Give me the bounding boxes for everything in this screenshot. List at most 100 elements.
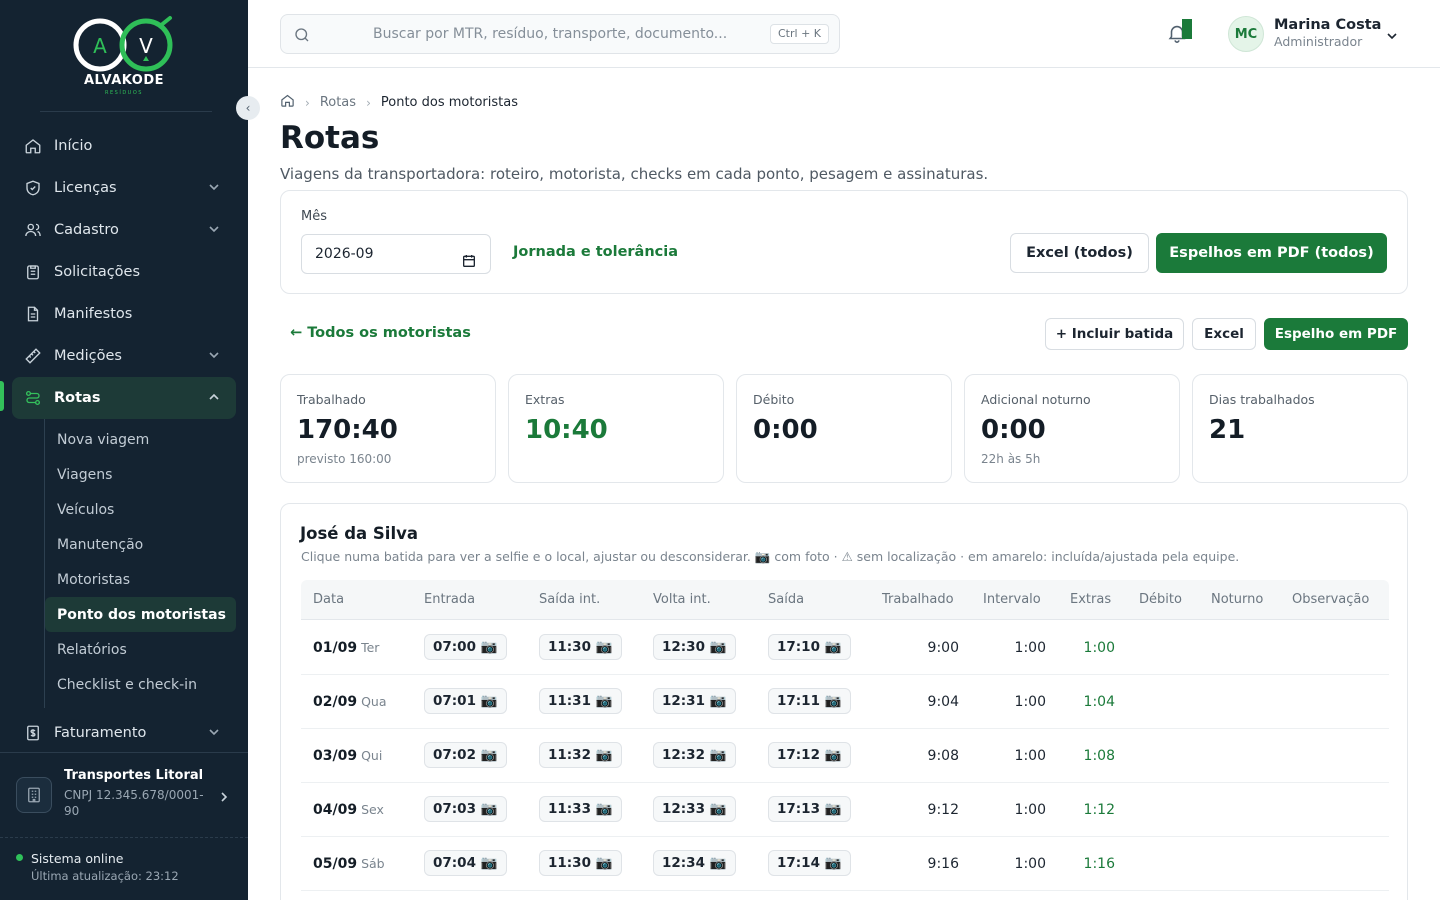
sidebar-item-cadastro[interactable]: Cadastro: [0, 209, 248, 251]
logo-divider: [40, 111, 212, 112]
sidebar-item-rotas[interactable]: Rotas: [12, 377, 236, 419]
sidebar-subitem-veiculos[interactable]: Veículos: [45, 492, 248, 527]
sidebar-subitem-motoristas[interactable]: Motoristas: [45, 562, 248, 597]
breadcrumb-current: Ponto dos motoristas: [380, 95, 518, 110]
stat-card-dias-trabalhados: Dias trabalhados 21: [1192, 374, 1408, 483]
sidebar-item-faturamento[interactable]: Faturamento: [0, 712, 248, 754]
punch-volta-int[interactable]: 12:33 📷: [653, 796, 736, 822]
add-punch-button[interactable]: + Incluir batida: [1045, 318, 1184, 350]
extras-cell: 1:08: [1083, 748, 1115, 764]
sidebar-item-inicio[interactable]: Início: [0, 125, 248, 167]
sidebar: A V ALVAKODE RESÍDUOS ‹ Início Licenças …: [0, 0, 260, 900]
online-dot-icon: [16, 854, 23, 861]
punch-volta-int[interactable]: 12:34 📷: [653, 850, 736, 876]
breadcrumb-section[interactable]: Rotas: [320, 95, 356, 110]
punch-saida[interactable]: 17:12 📷: [768, 742, 851, 768]
search-box[interactable]: Ctrl + K: [280, 14, 840, 54]
search-shortcut: Ctrl + K: [770, 24, 829, 44]
excel-button[interactable]: Excel: [1192, 318, 1256, 350]
sidebar-item-label: Manifestos: [54, 306, 133, 322]
sidebar-subitem-viagens[interactable]: Viagens: [45, 457, 248, 492]
punch-volta-int[interactable]: 12:31 📷: [653, 688, 736, 714]
row-date: 05/09 Sáb: [313, 856, 385, 872]
jornada-tolerancia-link[interactable]: Jornada e tolerância: [513, 244, 678, 260]
interval-cell: 1:00: [1014, 856, 1046, 872]
punch-saida-int[interactable]: 11:31 📷: [539, 688, 622, 714]
chevron-up-icon: [208, 391, 220, 403]
stat-value: 21: [1209, 415, 1246, 445]
column-header: Saída: [768, 592, 805, 607]
punch-time: 11:30: [548, 855, 591, 871]
calendar-icon[interactable]: [461, 246, 477, 267]
sidebar-item-medicoes[interactable]: Medições: [0, 335, 248, 377]
punch-entrada[interactable]: 07:02 📷: [424, 742, 507, 768]
punch-time: 12:30: [662, 639, 705, 655]
stat-label: Dias trabalhados: [1209, 392, 1315, 407]
employee-hint: Clique numa batida para ver a selfie e o…: [301, 549, 1240, 564]
column-header: Trabalhado: [882, 592, 954, 607]
back-to-drivers-link[interactable]: ← Todos os motoristas: [290, 325, 471, 341]
sidebar-item-manifestos[interactable]: Manifestos: [0, 293, 248, 335]
chevron-down-icon[interactable]: [1386, 27, 1398, 40]
collapse-sidebar-button[interactable]: ‹: [236, 96, 260, 120]
punch-time: 17:12: [777, 747, 820, 763]
table-row: 01/09 Ter 07:00 📷 11:30 📷 12:30 📷 17:10 📷…: [301, 621, 1389, 675]
punch-entrada[interactable]: 07:04 📷: [424, 850, 507, 876]
page-subtitle: Viagens da transportadora: roteiro, moto…: [280, 165, 989, 183]
user-role: Administrador: [1274, 34, 1363, 49]
sidebar-subitem-relatorios[interactable]: Relatórios: [45, 632, 248, 667]
pdf-button[interactable]: Espelho em PDF: [1264, 318, 1408, 350]
camera-icon: 📷: [824, 747, 842, 763]
punch-saida-int[interactable]: 11:33 📷: [539, 796, 622, 822]
building-icon: [16, 777, 52, 813]
punch-saida[interactable]: 17:13 📷: [768, 796, 851, 822]
pdf-all-button[interactable]: Espelhos em PDF (todos): [1156, 233, 1387, 273]
column-header: Débito: [1139, 592, 1182, 607]
punch-entrada[interactable]: 07:00 📷: [424, 634, 507, 660]
punch-saida[interactable]: 17:14 📷: [768, 850, 851, 876]
sidebar-item-licencas[interactable]: Licenças: [0, 167, 248, 209]
punch-time: 11:31: [548, 693, 591, 709]
punch-time: 17:11: [777, 693, 820, 709]
sidebar-subitem-manutencao[interactable]: Manutenção: [45, 527, 248, 562]
stat-value: 170:40: [297, 415, 398, 445]
sidebar-subitem-ponto-dos-motoristas[interactable]: Ponto dos motoristas: [45, 597, 236, 632]
camera-icon: 📷: [824, 855, 842, 871]
month-input[interactable]: 2026-09: [301, 234, 491, 274]
interval-cell: 1:00: [1014, 640, 1046, 656]
camera-icon: 📷: [595, 639, 613, 655]
company-cnpj: CNPJ 12.345.678/0001-90: [64, 788, 204, 818]
breadcrumb-separator: ›: [305, 95, 310, 110]
extras-cell: 1:12: [1083, 802, 1115, 818]
punch-saida-int[interactable]: 11:30 📷: [539, 850, 622, 876]
column-header: Entrada: [424, 592, 476, 607]
camera-icon: 📷: [480, 693, 498, 709]
sidebar-subitem-checklist[interactable]: Checklist e check-in: [45, 667, 248, 702]
home-icon[interactable]: [280, 93, 295, 112]
invoice-icon: [24, 724, 42, 742]
sidebar-item-solicitacoes[interactable]: Solicitações: [0, 251, 248, 293]
brand-logo[interactable]: A V ALVAKODE RESÍDUOS: [0, 14, 248, 104]
camera-icon: 📷: [480, 855, 498, 871]
user-name[interactable]: Marina Costa: [1274, 17, 1381, 33]
excel-all-button[interactable]: Excel (todos): [1010, 233, 1149, 273]
punch-saida-int[interactable]: 11:32 📷: [539, 742, 622, 768]
sidebar-item-label: Faturamento: [54, 725, 147, 741]
camera-icon: 📷: [480, 639, 498, 655]
avatar[interactable]: MC: [1228, 16, 1264, 52]
punch-saida-int[interactable]: 11:30 📷: [539, 634, 622, 660]
punch-entrada[interactable]: 07:01 📷: [424, 688, 507, 714]
extras-cell: 1:00: [1083, 640, 1115, 656]
filter-card: Mês 2026-09 Jornada e tolerância Excel (…: [280, 190, 1408, 294]
punch-saida[interactable]: 17:10 📷: [768, 634, 851, 660]
punch-time: 12:32: [662, 747, 705, 763]
punch-entrada[interactable]: 07:03 📷: [424, 796, 507, 822]
punch-volta-int[interactable]: 12:30 📷: [653, 634, 736, 660]
sidebar-subitem-nova-viagem[interactable]: Nova viagem: [45, 422, 248, 457]
punch-saida[interactable]: 17:11 📷: [768, 688, 851, 714]
camera-icon: 📷: [480, 747, 498, 763]
punch-volta-int[interactable]: 12:32 📷: [653, 742, 736, 768]
camera-icon: 📷: [595, 747, 613, 763]
company-switcher[interactable]: Transportes Litoral CNPJ 12.345.678/0001…: [0, 752, 248, 838]
search-input[interactable]: [373, 15, 763, 53]
